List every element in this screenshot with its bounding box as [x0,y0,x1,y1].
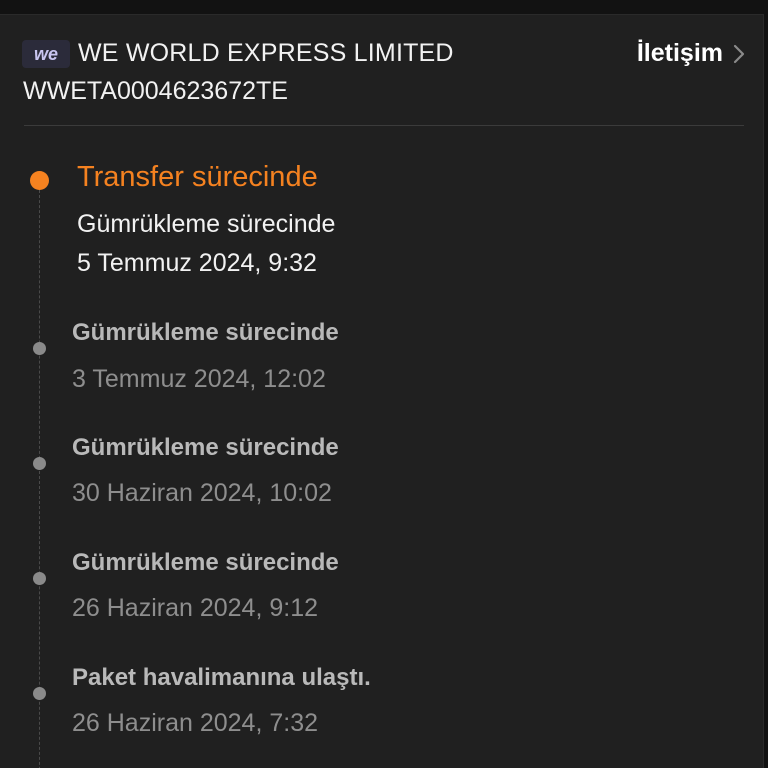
carrier-logo: we [22,39,70,68]
tracking-number: WWETA0004623672TE [23,77,288,105]
event-datetime: 26 Haziran 2024, 7:32 [72,709,319,737]
event-status: Gümrükleme sürecinde [72,549,339,576]
tracking-timeline: Transfer sürecinde Gümrükleme sürecinde … [0,126,764,768]
event-datetime: 30 Haziran 2024, 10:02 [72,479,332,507]
timeline-dot [33,572,46,585]
carrier-header: we WE WORLD EXPRESS LIMITED [22,39,454,68]
chevron-right-icon [733,44,745,63]
current-status-dot [30,171,49,190]
current-datetime: 5 Temmuz 2024, 9:32 [77,249,317,277]
event-status: Gümrükleme sürecinde [72,319,339,346]
timeline-dot [33,687,46,700]
we-logo-icon: we [34,44,58,64]
event-status: Gümrükleme sürecinde [72,434,339,461]
timeline-dot [33,342,46,355]
screen: we WE WORLD EXPRESS LIMITED WWETA0004623… [0,0,768,768]
carrier-name: WE WORLD EXPRESS LIMITED [78,39,454,67]
tracking-card: we WE WORLD EXPRESS LIMITED WWETA0004623… [0,14,764,768]
current-detail: Gümrükleme sürecinde [77,210,336,238]
event-datetime: 3 Temmuz 2024, 12:02 [72,365,326,393]
timeline-connector [39,180,40,768]
contact-label: İletişim [636,39,723,67]
event-datetime: 26 Haziran 2024, 9:12 [72,594,319,622]
timeline-dot [33,457,46,470]
contact-button[interactable]: İletişim [637,39,745,68]
event-status: Paket havalimanına ulaştı. [72,664,371,691]
svg-text:we: we [34,44,58,64]
current-status: Transfer sürecinde [77,161,318,193]
